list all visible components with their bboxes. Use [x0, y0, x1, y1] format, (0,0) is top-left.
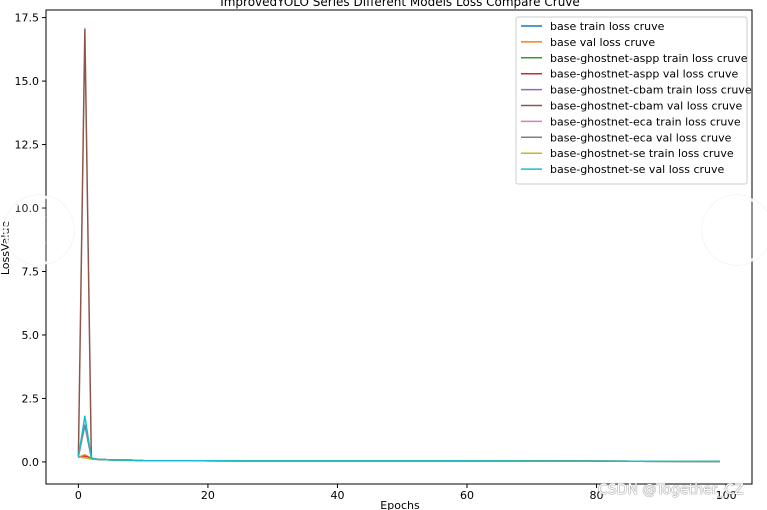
- y-tick-label: 2.5: [22, 392, 40, 405]
- legend-entry: base-ghostnet-se val loss cruve: [550, 163, 725, 176]
- loss-chart: ImprovedYOLO Series Different Models Los…: [0, 0, 753, 510]
- chevron-right-icon: [729, 214, 748, 246]
- y-tick-label: 17.5: [15, 12, 40, 25]
- y-tick-label: 12.5: [15, 139, 40, 152]
- x-tick-label: 60: [460, 489, 474, 502]
- legend-entry: base-ghostnet-cbam train loss cruve: [550, 84, 752, 97]
- chevron-left-icon: [28, 214, 47, 246]
- legend-entry: base-ghostnet-aspp val loss cruve: [550, 68, 738, 81]
- x-tick-label: 20: [201, 489, 215, 502]
- legend-entry: base-ghostnet-cbam val loss cruve: [550, 100, 743, 113]
- legend-entry: base train loss cruve: [550, 20, 665, 33]
- y-tick-label: 15.0: [15, 75, 40, 88]
- legend: base train loss cruve base val loss cruve…: [515, 16, 752, 185]
- series-line-9: [77, 415, 720, 463]
- x-tick-label: 0: [75, 489, 82, 502]
- y-tick-label: 0.0: [22, 456, 40, 469]
- legend-entry: base-ghostnet-aspp train loss cruve: [550, 52, 748, 65]
- x-tick-label: 40: [330, 489, 344, 502]
- x-axis-label: Epochs: [380, 499, 420, 510]
- legend-entry: base-ghostnet-se train loss cruve: [550, 147, 734, 160]
- watermark-text: CSDN @Together_CZ: [598, 482, 744, 498]
- chart-title: ImprovedYOLO Series Different Models Los…: [220, 0, 580, 9]
- legend-entry: base-ghostnet-eca val loss cruve: [550, 131, 732, 144]
- next-image-button[interactable]: [702, 195, 767, 265]
- prev-image-button[interactable]: [4, 195, 74, 265]
- legend-entry: base-ghostnet-eca train loss cruve: [550, 115, 741, 128]
- y-tick-label: 7.5: [22, 265, 40, 278]
- series-line-7: [77, 424, 720, 463]
- legend-entry: base val loss cruve: [550, 36, 655, 49]
- y-tick-label: 5.0: [22, 329, 40, 342]
